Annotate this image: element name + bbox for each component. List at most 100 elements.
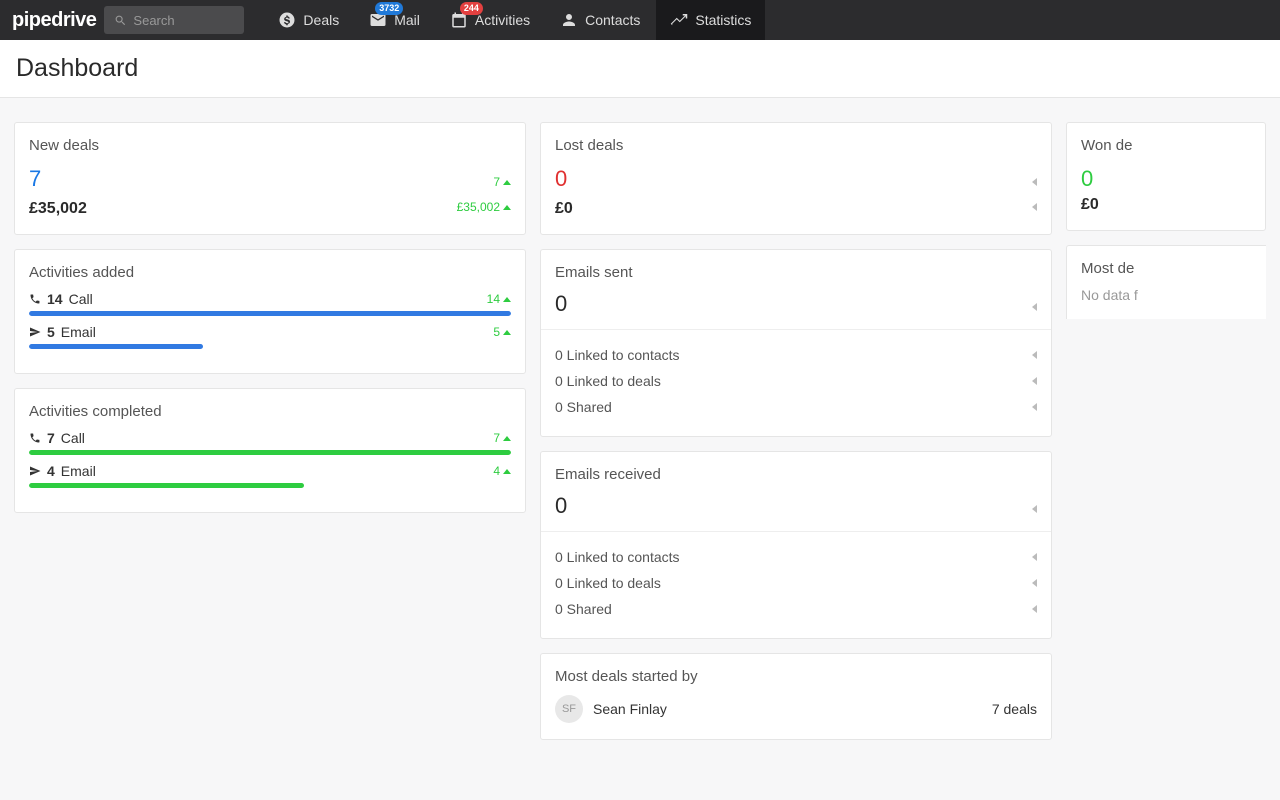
nav-deals[interactable]: Deals [264, 0, 353, 40]
trend-indicator [1032, 203, 1037, 211]
arrow-up-icon [503, 469, 511, 474]
progress-fill [29, 483, 304, 488]
trend-indicator: 7 [493, 175, 511, 189]
arrow-left-icon [1032, 505, 1037, 513]
progress-fill [29, 450, 511, 455]
arrow-left-icon [1032, 553, 1037, 561]
nav-activities[interactable]: 244 Activities [436, 0, 544, 40]
avatar: SF [555, 695, 583, 723]
card-activities-added: Activities added 14Call 14 5Email 5 [14, 249, 526, 374]
dashboard: New deals 7 7 £35,002 £35,002 Activities… [0, 98, 1280, 764]
card-lost-deals: Lost deals 0 £0 [540, 122, 1052, 235]
progress-fill [29, 311, 511, 316]
card-most-deals-started: Most deals started by SF Sean Finlay 7 d… [540, 653, 1052, 740]
arrow-left-icon [1032, 351, 1037, 359]
card-activities-completed: Activities completed 7Call 7 4Email 4 [14, 388, 526, 513]
trend-indicator: 5 [493, 325, 511, 339]
card-new-deals: New deals 7 7 £35,002 £35,002 [14, 122, 526, 235]
arrow-up-icon [503, 297, 511, 302]
activity-label: 4Email [29, 463, 96, 479]
new-deals-amount: £35,002 [29, 200, 87, 218]
send-icon [29, 465, 41, 477]
card-title: Activities added [29, 264, 511, 281]
arrow-left-icon [1032, 403, 1037, 411]
user-deals-count: 7 deals [992, 701, 1037, 717]
trend-indicator: £35,002 [457, 200, 511, 214]
logo: pipedrive [12, 9, 96, 32]
progress-bar [29, 311, 511, 316]
card-emails-sent: Emails sent 0 0 Linked to contacts 0 Lin… [540, 249, 1052, 437]
activity-label: 5Email [29, 324, 96, 340]
trend-indicator [1032, 303, 1037, 311]
chart-icon [670, 11, 688, 29]
send-icon [29, 326, 41, 338]
progress-bar [29, 483, 511, 488]
card-won-deals: Won de 0 £0 [1066, 122, 1266, 231]
nav-activities-label: Activities [475, 12, 530, 28]
nav-contacts-label: Contacts [585, 12, 640, 28]
new-deals-count: 7 [29, 166, 41, 192]
person-icon [560, 11, 578, 29]
card-title: Emails received [555, 466, 1037, 483]
user-row: SF Sean Finlay 7 deals [555, 695, 1037, 723]
arrow-up-icon [503, 330, 511, 335]
arrow-up-icon [503, 436, 511, 441]
trend-indicator: 4 [493, 464, 511, 478]
search-icon [114, 14, 127, 27]
card-emails-received: Emails received 0 0 Linked to contacts 0… [540, 451, 1052, 639]
sub-row: 0 Linked to contacts [555, 342, 1037, 368]
arrow-left-icon [1032, 579, 1037, 587]
lost-deals-amount: £0 [555, 200, 573, 218]
emails-sent-count: 0 [555, 291, 567, 317]
nav-mail[interactable]: 3732 Mail [355, 0, 434, 40]
arrow-left-icon [1032, 303, 1037, 311]
card-most-deals-cut: Most de No data f [1066, 245, 1266, 319]
won-deals-amount: £0 [1081, 196, 1251, 214]
user-name: Sean Finlay [593, 701, 667, 717]
nav-statistics-label: Statistics [695, 12, 751, 28]
sub-row: 0 Linked to deals [555, 570, 1037, 596]
dollar-icon [278, 11, 296, 29]
activity-label: 14Call [29, 291, 93, 307]
emails-received-count: 0 [555, 493, 567, 519]
lost-deals-count: 0 [555, 166, 567, 192]
arrow-left-icon [1032, 377, 1037, 385]
sub-row: 0 Shared [555, 394, 1037, 420]
card-title: Activities completed [29, 403, 511, 420]
phone-icon [29, 293, 41, 305]
won-deals-count: 0 [1081, 166, 1251, 192]
arrow-left-icon [1032, 605, 1037, 613]
card-title: Lost deals [555, 137, 1037, 154]
activities-badge: 244 [460, 2, 483, 15]
divider [541, 329, 1051, 330]
no-data-label: No data f [1081, 287, 1252, 303]
mail-badge: 3732 [375, 2, 403, 15]
divider [541, 531, 1051, 532]
trend-indicator: 14 [487, 292, 511, 306]
card-title: Most deals started by [555, 668, 1037, 685]
nav-contacts[interactable]: Contacts [546, 0, 654, 40]
trend-indicator: 7 [493, 431, 511, 445]
sub-row: 0 Linked to deals [555, 368, 1037, 394]
trend-indicator [1032, 505, 1037, 513]
trend-indicator [1032, 178, 1037, 186]
progress-bar [29, 344, 511, 349]
arrow-up-icon [503, 180, 511, 185]
card-title: Won de [1081, 137, 1251, 154]
sub-row: 0 Linked to contacts [555, 544, 1037, 570]
search-input[interactable] [133, 13, 234, 28]
top-nav: pipedrive Deals 3732 Mail 244 Activities… [0, 0, 1280, 40]
arrow-left-icon [1032, 203, 1037, 211]
nav-deals-label: Deals [303, 12, 339, 28]
card-title: New deals [29, 137, 511, 154]
progress-bar [29, 450, 511, 455]
nav-statistics[interactable]: Statistics [656, 0, 765, 40]
phone-icon [29, 432, 41, 444]
progress-fill [29, 344, 203, 349]
arrow-up-icon [503, 205, 511, 210]
card-title: Emails sent [555, 264, 1037, 281]
arrow-left-icon [1032, 178, 1037, 186]
activity-label: 7Call [29, 430, 85, 446]
card-title: Most de [1081, 260, 1252, 277]
search-field-wrap[interactable] [104, 6, 244, 34]
